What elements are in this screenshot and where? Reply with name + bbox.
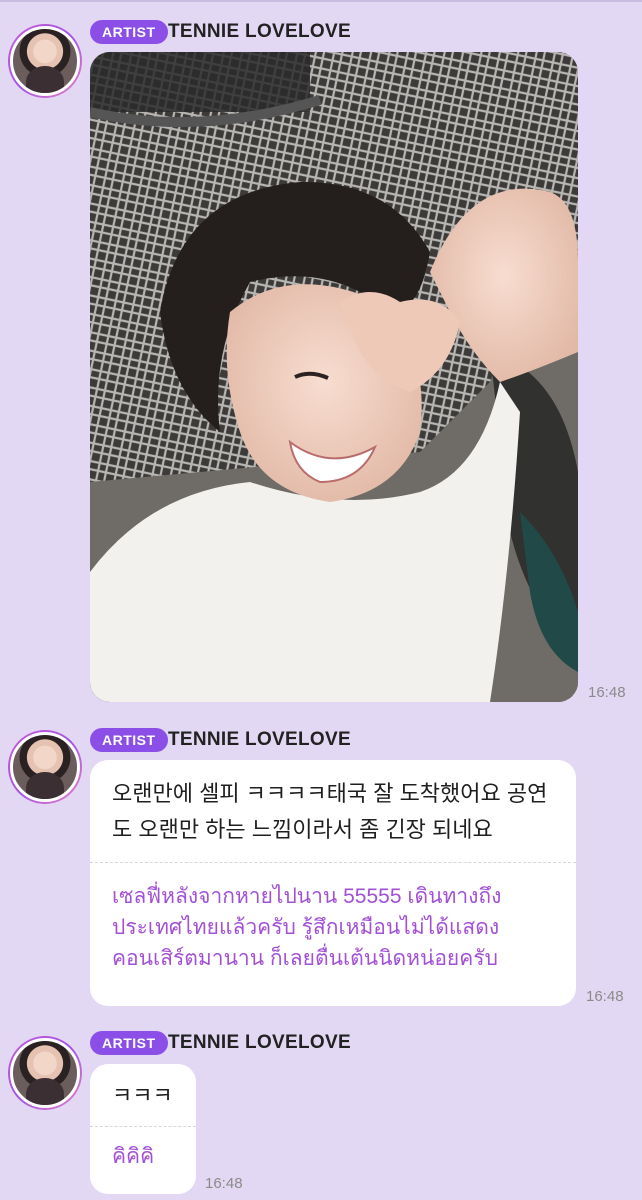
artist-badge: ARTIST <box>90 1031 168 1055</box>
message-bubble[interactable]: 오랜만에 셀피 ㅋㅋㅋㅋ태국 잘 도착했어요 공연도 오랜만 하는 느낌이라서 … <box>90 760 576 1006</box>
artist-badge: ARTIST <box>90 728 168 752</box>
selfie-photo[interactable] <box>90 52 578 702</box>
translated-text: คิคิคิ <box>112 1145 155 1168</box>
sender-avatar[interactable] <box>8 730 82 804</box>
message-bubble[interactable]: ㅋㅋㅋ คิคิคิ <box>90 1064 196 1194</box>
top-divider <box>0 0 642 2</box>
avatar-image <box>10 26 80 96</box>
sender-avatar[interactable] <box>8 24 82 98</box>
sender-avatar[interactable] <box>8 1036 82 1110</box>
sender-name: TENNIE LOVELOVE <box>168 21 351 42</box>
artist-badge: ARTIST <box>90 20 168 44</box>
message-time: 16:48 <box>205 1175 243 1192</box>
original-text: ㅋㅋㅋ <box>112 1083 173 1108</box>
translated-text: เซลฟี่หลังจากหายไปนาน 55555 เดินทางถึงปร… <box>112 885 502 970</box>
sender-name: TENNIE LOVELOVE <box>168 729 351 750</box>
sender-name: TENNIE LOVELOVE <box>168 1032 351 1053</box>
avatar-image <box>10 1038 80 1108</box>
avatar-image <box>10 732 80 802</box>
message-time: 16:48 <box>588 684 626 701</box>
selfie-image <box>90 52 578 702</box>
message-time: 16:48 <box>586 988 624 1005</box>
original-text: 오랜만에 셀피 ㅋㅋㅋㅋ태국 잘 도착했어요 공연도 오랜만 하는 느낌이라서 … <box>112 781 548 842</box>
